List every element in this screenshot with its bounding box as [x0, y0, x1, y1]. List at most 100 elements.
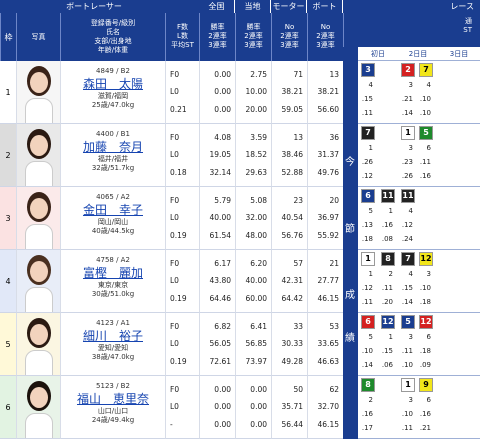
fl-stats-value: L0 [170, 150, 179, 160]
subheader-fl-line: L数 [177, 32, 188, 40]
racer-info: 5123 / B2 福山 恵里奈 山口/山口 24歳/49.4kg [60, 376, 165, 439]
result-rank-cell[interactable]: 8 [381, 252, 395, 266]
national-rates-value: 72.61 [209, 356, 231, 366]
boat-stats: 21 27.77 46.15 [307, 250, 343, 313]
frame-number: 1 [0, 61, 16, 124]
racer-name-link[interactable]: 森田 太陽 [61, 76, 165, 92]
result-rank-cell[interactable]: 1 [401, 378, 415, 392]
subheader-mot-line: 3連率 [280, 41, 299, 49]
boat-stats: 62 32.70 46.15 [307, 376, 343, 439]
result-rank-cell[interactable]: 5 [419, 126, 433, 140]
result-rank-cell[interactable]: 6 [361, 315, 375, 329]
racer-branch-hometown: 山口/山口 [97, 407, 129, 415]
result-st-value: .16 [419, 410, 431, 418]
national-rates: 0.00 0.00 0.00 [199, 61, 235, 124]
racer-photo[interactable] [16, 376, 60, 439]
frame-number: 3 [0, 187, 16, 250]
result-rank-cell[interactable]: 9 [419, 378, 433, 392]
result-rank-cell[interactable]: 1 [361, 252, 375, 266]
frame-number: 6 [0, 376, 16, 439]
local-rates-value: 73.97 [245, 356, 267, 366]
result-st-value: .26 [401, 172, 413, 180]
result-rank-cell[interactable]: 5 [401, 315, 415, 329]
subheader-rate-line: 勝率 [246, 23, 261, 31]
boat-stats: 20 36.97 55.92 [307, 187, 343, 250]
result-rank-cell[interactable]: 12 [381, 315, 395, 329]
result-st-value: 2 [368, 396, 373, 404]
result-st-value: 1 [368, 144, 373, 152]
racer-name-link[interactable]: 福山 恵里奈 [61, 391, 165, 407]
result-st-value: .11 [381, 284, 393, 292]
results-row: 7 1 5 1 3 6.26.23.11.12.26.16 [358, 124, 480, 187]
result-rank-cell[interactable]: 6 [361, 189, 375, 203]
subheader-rate-line: 2連率 [244, 32, 263, 40]
result-st-value: 1 [388, 207, 393, 215]
result-st-value: .12 [361, 284, 373, 292]
subheader-fl-line: 平均ST [171, 41, 194, 49]
subheader-mot-line: 3連率 [316, 41, 335, 49]
day1-header[interactable]: 初日 [358, 47, 398, 61]
racer-photo[interactable] [16, 250, 60, 313]
result-rank-cell[interactable]: 2 [401, 63, 415, 77]
national-rates-value: 43.80 [209, 276, 231, 286]
racer-photo[interactable] [16, 61, 60, 124]
result-st-value: .12 [401, 221, 413, 229]
national-rates: 5.79 40.00 61.54 [199, 187, 235, 250]
results-row: 3 2 7 4 3 4 .15 .21 .10 .11 .14 .10 [358, 61, 480, 124]
result-rank-cell[interactable]: 12 [419, 252, 433, 266]
racer-reg-class: 4849 / B2 [96, 67, 130, 75]
motor-stats: 50 35.71 56.44 [271, 376, 307, 439]
racer-name-link[interactable]: 富樫 麗加 [61, 265, 165, 281]
racer-name-link[interactable]: 金田 幸子 [61, 202, 165, 218]
frame-number: 5 [0, 313, 16, 376]
racer-photo[interactable] [16, 187, 60, 250]
subheader-rate-line: 勝率 [210, 23, 225, 31]
result-st-value: 6 [426, 144, 431, 152]
racer-age-weight: 32歳/51.7kg [91, 164, 135, 172]
result-rank-cell[interactable]: 1 [401, 126, 415, 140]
day2-header[interactable]: 2日目 [398, 47, 438, 61]
racer-reg-class: 5123 / B2 [96, 382, 130, 390]
fl-stats-value: F0 [170, 133, 180, 143]
result-rank-cell[interactable]: 3 [361, 63, 375, 77]
subheader-info-line: 氏名 [106, 28, 120, 36]
fl-stats-value: F0 [170, 259, 180, 269]
result-st-value: .09 [419, 361, 431, 369]
racer-name-link[interactable]: 細川 裕子 [61, 328, 165, 344]
result-st-value: .21 [419, 424, 431, 432]
racer-name-link[interactable]: 加藤 奈月 [61, 139, 165, 155]
racer-suit [25, 98, 53, 123]
result-rank-cell[interactable]: 11 [381, 189, 395, 203]
subheader-mot-line: 2連率 [316, 32, 335, 40]
result-st-value: .11 [401, 424, 413, 432]
side-char: 今 [345, 157, 355, 168]
national-rates: 0.00 0.00 0.00 [199, 376, 235, 439]
fl-stats-value: F0 [170, 385, 180, 395]
motor-stats: 33 30.33 49.28 [271, 313, 307, 376]
national-rates-value: 64.46 [209, 293, 231, 303]
result-st-value: .10 [419, 95, 431, 103]
racer-info: 4123 / A1 細川 裕子 愛知/愛知 38歳/47.0kg [60, 313, 165, 376]
racer-photo[interactable] [16, 313, 60, 376]
motor-stats-value: 38.21 [281, 87, 303, 97]
day3-header[interactable]: 3日目 [438, 47, 480, 61]
fl-stats-value: - [170, 419, 173, 429]
result-st-value: .13 [361, 221, 373, 229]
result-rank-cell[interactable]: 12 [419, 315, 433, 329]
result-rank-cell[interactable]: 7 [419, 63, 433, 77]
result-st-value: .11 [361, 109, 373, 117]
national-rates-value: 0.00 [214, 419, 231, 429]
header-boat: ボート [307, 0, 342, 13]
national-rates-value: 0.00 [214, 70, 231, 80]
result-rank-cell[interactable]: 7 [401, 252, 415, 266]
racer-photo[interactable] [16, 124, 60, 187]
racer-branch-hometown: 岡山/岡山 [97, 218, 129, 226]
racer-age-weight: 25歳/47.0kg [91, 101, 135, 109]
fl-stats-value: L0 [170, 87, 179, 97]
result-st-value: 1 [388, 333, 393, 341]
result-rank-cell[interactable]: 11 [401, 189, 415, 203]
local-rates-value: 6.20 [250, 259, 267, 269]
boat-stats-value: 46.63 [317, 356, 339, 366]
result-rank-cell[interactable]: 8 [361, 378, 375, 392]
result-rank-cell[interactable]: 7 [361, 126, 375, 140]
